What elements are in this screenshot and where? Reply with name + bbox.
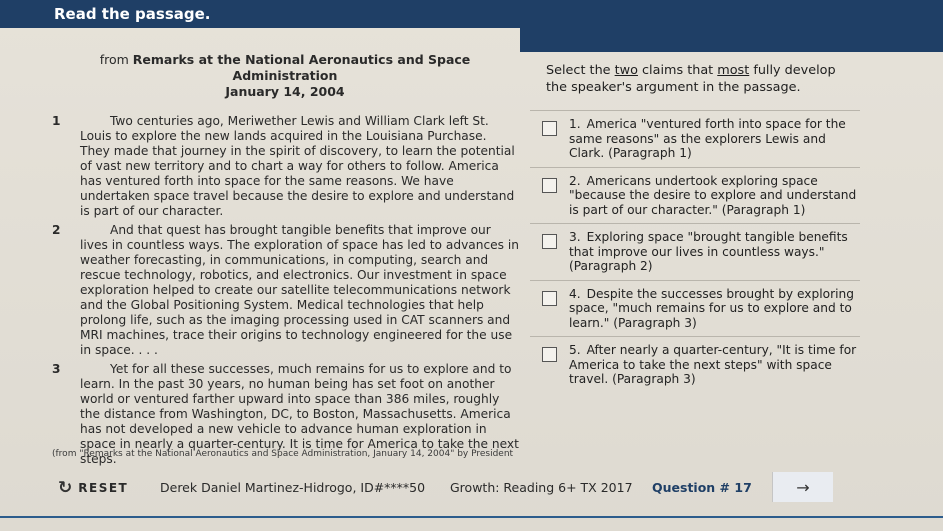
paragraph-text: Two centuries ago, Meriwether Lewis and … (80, 114, 515, 218)
choice-number: 5. (569, 343, 581, 357)
choice-text: Exploring space "brought tangible benefi… (569, 230, 848, 273)
reset-label: RESET (78, 481, 129, 495)
choice-text: America "ventured forth into space for t… (569, 117, 846, 160)
passage-citation: (from "Remarks at the National Aeronauti… (52, 449, 514, 459)
choice-1[interactable]: 1. America "ventured forth into space for… (530, 110, 860, 167)
choice-number: 2. (569, 173, 581, 188)
refresh-icon: ↻ (58, 478, 73, 498)
paragraph-2: 2 And that quest has brought tangible be… (50, 223, 520, 358)
paragraph-text: And that quest has brought tangible bene… (80, 223, 520, 357)
choice-label: 5. After nearly a quarter-century, "It is… (569, 343, 860, 387)
choice-label: 4. Despite the successes brought by explo… (569, 287, 860, 331)
choice-text: After nearly a quarter-century, "It is t… (569, 343, 857, 386)
choice-5[interactable]: 5. After nearly a quarter-century, "It is… (530, 336, 860, 393)
question-prompt: Select the two claims that most fully de… (546, 62, 860, 96)
prompt-emphasis-most: most (717, 63, 750, 78)
choice-text: Despite the successes brought by explori… (569, 286, 854, 330)
choice-2[interactable]: 2. Americans undertook exploring space "b… (530, 166, 860, 224)
bottom-accent-line (0, 516, 943, 518)
instruction-title: Read the passage. (54, 5, 211, 23)
choice-checkbox[interactable] (542, 177, 557, 193)
footer-bar: ↻ RESET Derek Daniel Martinez-Hidrogo, I… (0, 472, 943, 531)
choice-3[interactable]: 3. Exploring space "brought tangible bene… (530, 223, 860, 280)
prompt-emphasis-two: two (614, 63, 638, 78)
question-panel: Select the two claims that most fully de… (530, 62, 860, 393)
page: Read the passage. from Remarks at the Na… (0, 0, 943, 531)
prompt-part: claims that (637, 63, 718, 78)
student-info: Derek Daniel Martinez-Hidrogo, ID#****50 (160, 480, 426, 495)
reset-button[interactable]: ↻ RESET (58, 478, 128, 498)
choice-checkbox[interactable] (542, 347, 557, 362)
passage-panel: from Remarks at the National Aeronautics… (50, 52, 520, 471)
choice-number: 4. (569, 286, 581, 301)
passage-heading: from Remarks at the National Aeronautics… (50, 52, 520, 100)
choice-checkbox[interactable] (542, 121, 557, 136)
assessment-name: Growth: Reading 6+ TX 2017 (450, 480, 633, 495)
paragraph-1: 1 Two centuries ago, Meriwether Lewis an… (50, 114, 520, 219)
choice-checkbox[interactable] (542, 234, 557, 249)
prompt-part: Select the (546, 63, 615, 78)
paragraph-number: 3 (52, 362, 61, 376)
choice-checkbox[interactable] (542, 290, 557, 306)
choice-text: Americans undertook exploring space "bec… (569, 173, 857, 217)
choice-label: 1. America "ventured forth into space for… (569, 117, 860, 161)
source-title: Remarks at the National Aeronautics and … (132, 52, 471, 83)
choice-number: 1. (569, 117, 581, 131)
choice-number: 3. (569, 230, 581, 244)
header-bar: Read the passage. (0, 0, 943, 28)
paragraph-number: 1 (52, 114, 61, 128)
paragraph-number: 2 (52, 223, 61, 237)
source-date: January 14, 2004 (225, 84, 345, 99)
choice-label: 3. Exploring space "brought tangible bene… (569, 230, 860, 274)
arrow-right-icon: → (796, 477, 810, 497)
source-prefix: from (99, 52, 133, 67)
next-button[interactable]: → (772, 472, 833, 502)
question-header-strip (520, 28, 943, 52)
choice-4[interactable]: 4. Despite the successes brought by explo… (530, 279, 860, 337)
choice-label: 2. Americans undertook exploring space "b… (569, 174, 860, 218)
question-number: Question # 17 (652, 480, 752, 495)
